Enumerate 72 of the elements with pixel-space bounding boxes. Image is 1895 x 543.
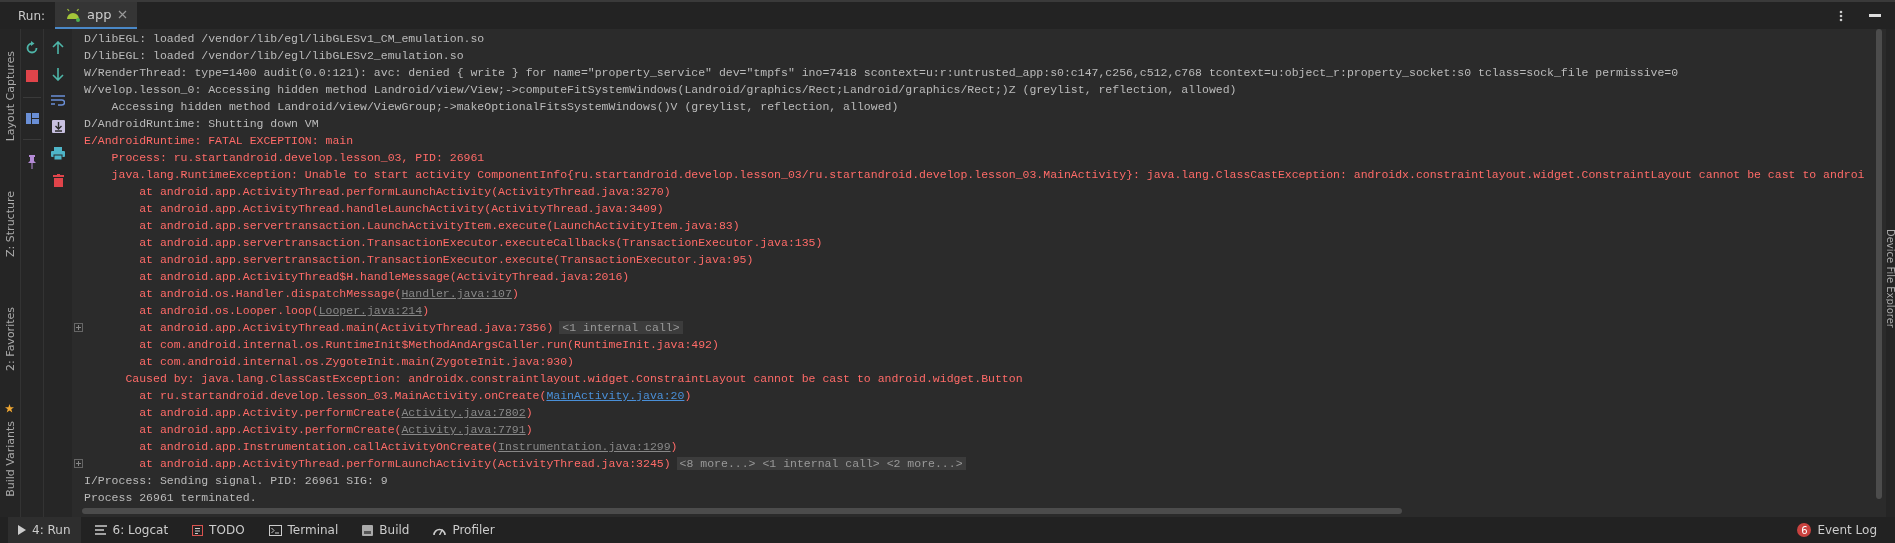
layout-icon[interactable] [25,113,39,124]
log-line: at android.os.Handler.dispatchMessage(Handler.java:107) [138,286,519,302]
log-line: at android.app.ActivityThread$H.handleMessage(ActivityThread.java:2016) [138,269,630,285]
log-line: at ru.startandroid.develop.lesson_03.MainActivity.onCreate(MainActivity.java:20) [138,388,692,404]
log-line: Process: ru.startandroid.develop.lesson_03, PID: 26961 [110,150,485,166]
scroll-to-end-icon[interactable] [51,120,65,133]
log-line: at android.os.Looper.loop(Looper.java:214) [138,303,430,319]
log-line: at android.app.servertransaction.LaunchActivityItem.execute(LaunchActivityItem.java:83) [138,218,740,234]
log-line: at android.app.servertransaction.TransactionExecutor.execute(TransactionExecutor.java:95) [138,252,754,268]
log-line: D/libEGL: loaded /vendor/lib/egl/libGLESv1_CM_emulation.so [84,31,485,47]
log-line: at com.android.internal.os.RuntimeInit$MethodAndArgsCaller.run(RuntimeInit.java:492) [138,337,719,353]
tool-window-tab[interactable]: Profiler [423,517,505,543]
log-line: D/libEGL: loaded /vendor/lib/egl/libGLESv2_emulation.so [84,48,464,64]
source-link[interactable]: MainActivity.java:20 [546,389,685,402]
tool-window-tab[interactable]: TODO [182,517,255,543]
log-line: D/AndroidRuntime: Shutting down VM [84,116,319,132]
folded-frames-chip[interactable]: <1 internal call> [559,321,683,334]
run-label: Run: [18,8,46,23]
log-line: at android.app.servertransaction.TransactionExecutor.executeCallbacks(TransactionExecutor.java:135) [138,235,823,251]
side-tool-tab[interactable]: Build Variants [3,421,17,498]
log-line: at android.app.ActivityThread.handleLaunchActivity(ActivityThread.java:3409) [138,201,664,217]
log-line: Accessing hidden method Landroid/view/ViewGroup;->makeOptionalFitsSystemWindows()V (greylist, reflection, allowed) [110,99,899,115]
log-line: at android.app.Activity.performCreate(Activity.java:7791) [138,422,533,438]
lines-icon [94,525,107,535]
trash-icon[interactable] [52,174,64,187]
pin-icon[interactable] [27,155,37,169]
expand-icon[interactable] [73,459,83,468]
source-link[interactable]: Instrumentation.java:1299 [498,440,671,453]
side-tool-tab[interactable]: Z: Structure [3,191,17,258]
log-line: Caused by: java.lang.ClassCastException: androidx.constraintlayout.widget.ConstraintLayout cannot be cast to android.widget.Button [124,371,1023,387]
rerun-icon[interactable] [25,41,39,55]
log-line: at android.app.Instrumentation.callActivityOnCreate(Instrumentation.java:1299) [138,439,678,455]
down-arrow-icon[interactable] [52,68,64,81]
event-log-tab[interactable]: 6 Event Log [1787,517,1887,543]
log-line: W/RenderThread: type=1400 audit(0.0:121): avc: denied { write } for name="property_service" dev="tmpfs" ino=7418 scontext=u:r:untrusted_app:s0:c147,c256,c512,c768 tcontext=u:object_r:property_socket:s0 tclass=sock_file permissive=0 [84,65,1679,81]
log-line: Process 26961 terminated. [84,490,257,506]
up-arrow-icon[interactable] [52,41,64,54]
side-tool-tab[interactable]: Layout Captures [3,51,17,142]
terminal-icon [268,524,282,536]
folded-frames-chip[interactable]: <8 more...> <1 internal call> <2 more...> [676,457,966,470]
horizontal-scrollbar[interactable] [82,508,1402,514]
notification-count: 6 [1797,523,1812,537]
list-icon [192,524,204,536]
android-icon [65,7,82,22]
star-icon [5,404,14,413]
vertical-scrollbar[interactable] [1876,29,1882,499]
more-options-icon[interactable] [1839,9,1843,22]
log-line: W/velop.lesson_0: Accessing hidden method Landroid/view/View;->computeFitSystemWindows(Landroid/graphics/Rect;Landroid/graphics/Rect;)Z (greylist, reflection, allowed) [84,82,1237,98]
log-line: E/AndroidRuntime: FATAL EXCEPTION: main [84,133,354,149]
log-line: java.lang.RuntimeException: Unable to start activity ComponentInfo{ru.startandroid.develop.lesson_03/ru.startandroid.develop.lesson_03.MainActivity}: java.lang.ClassCastException: androidx.constraintlayout.widget.ConstraintLayout cannot be cast to androi [110,167,1865,183]
source-link[interactable]: Activity.java:7802 [401,406,526,419]
side-tool-tab[interactable]: 2: Favorites [3,307,17,372]
log-line: at android.app.Activity.performCreate(Activity.java:7802) [138,405,533,421]
tool-window-tab[interactable]: 4: Run [8,517,81,543]
soft-wrap-icon[interactable] [51,95,65,106]
tool-window-tab[interactable]: Build [352,517,420,543]
log-line: at android.app.ActivityThread.performLaunchActivity(ActivityThread.java:3245) <8 more...> <1 internal call> <2 more...> [84,455,966,472]
log-line: at android.app.ActivityThread.main(ActivityThread.java:7356) <1 internal call> [84,319,683,336]
tool-window-tab[interactable]: Terminal [258,517,349,543]
expand-icon[interactable] [73,323,83,332]
log-line: at com.android.internal.os.ZygoteInit.main(ZygoteInit.java:930) [138,354,574,370]
source-link[interactable]: Handler.java:107 [401,287,512,300]
run-tab[interactable]: app [55,2,137,29]
log-line: at android.app.ActivityThread.performLaunchActivity(ActivityThread.java:3270) [138,184,671,200]
play-icon [18,525,26,535]
build-icon [362,524,374,536]
source-link[interactable]: Activity.java:7791 [401,423,526,436]
log-line: I/Process: Sending signal. PID: 26961 SIG: 9 [84,473,388,489]
tool-window-tab[interactable]: 6: Logcat [84,517,179,543]
print-icon[interactable] [51,147,65,160]
close-icon[interactable] [117,10,127,19]
source-link[interactable]: Looper.java:214 [318,304,423,317]
